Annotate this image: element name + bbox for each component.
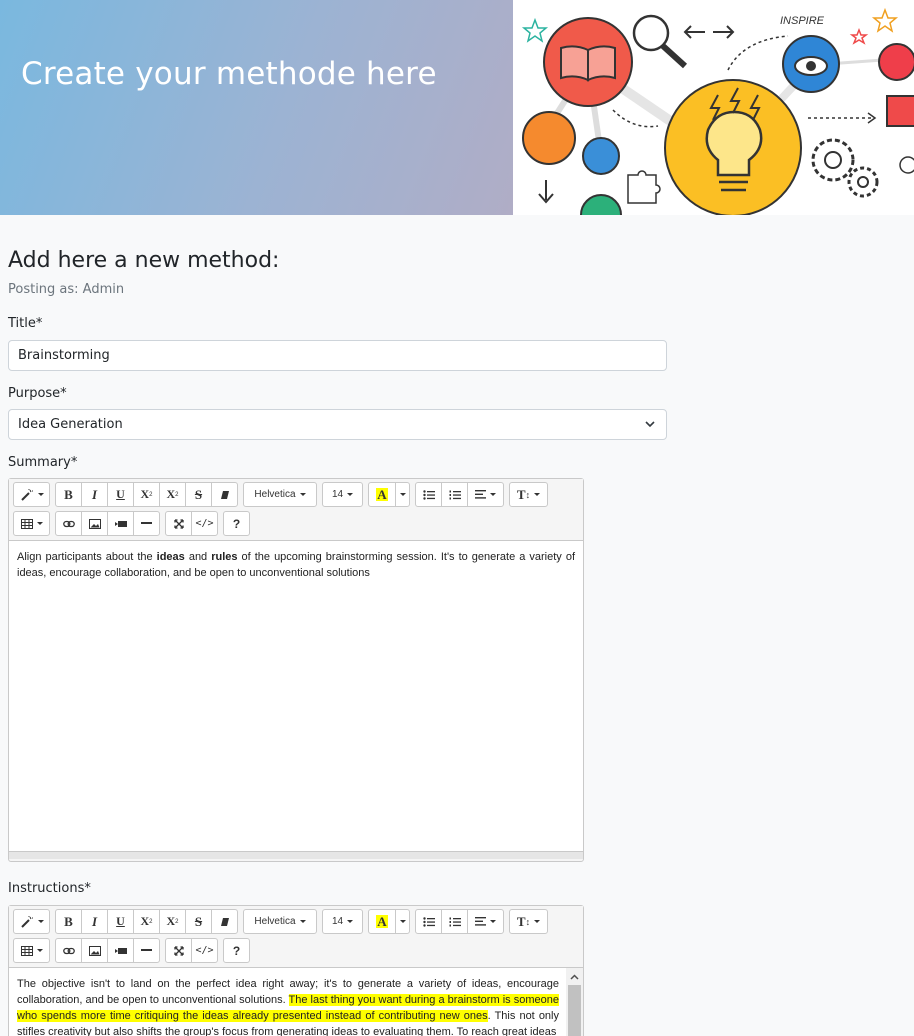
underline-button[interactable]: U (107, 909, 134, 934)
highlight-color-dropdown[interactable] (395, 482, 410, 507)
table-icon[interactable] (13, 938, 50, 963)
instructions-editor-content[interactable]: The objective isn't to land on the perfe… (9, 967, 583, 1036)
purpose-select-value: Idea Generation (18, 417, 123, 432)
font-size-dropdown[interactable]: 14 (322, 909, 363, 934)
align-icon[interactable] (467, 909, 504, 934)
strikethrough-button[interactable]: S (185, 482, 212, 507)
highlight-color-button[interactable]: A (368, 909, 396, 934)
ordered-list-icon[interactable] (441, 482, 468, 507)
font-family-dropdown[interactable]: Helvetica (243, 909, 317, 934)
title-input-value: Brainstorming (18, 348, 110, 363)
video-icon[interactable] (107, 938, 134, 963)
instructions-scrollbar[interactable] (566, 968, 583, 1036)
instructions-editor-toolbar: B I U X2 X2 S Helvetica 14 A T ↕ </> ? (9, 906, 583, 963)
table-icon[interactable] (13, 511, 50, 536)
chevron-down-icon (645, 421, 655, 428)
italic-button[interactable]: I (81, 909, 108, 934)
highlight-color-dropdown[interactable] (395, 909, 410, 934)
image-icon[interactable] (81, 511, 108, 536)
purpose-select[interactable]: Idea Generation (8, 409, 667, 440)
font-family-dropdown[interactable]: Helvetica (243, 482, 317, 507)
magic-wand-icon[interactable] (13, 482, 50, 507)
ordered-list-icon[interactable] (441, 909, 468, 934)
posting-as-text: Posting as: Admin (8, 282, 125, 297)
strikethrough-button[interactable]: S (185, 909, 212, 934)
form-heading: Add here a new method: (8, 248, 280, 273)
code-view-icon[interactable]: </> (191, 938, 218, 963)
link-icon[interactable] (55, 938, 82, 963)
subscript-button[interactable]: X2 (159, 482, 186, 507)
underline-button[interactable]: U (107, 482, 134, 507)
eraser-icon[interactable] (211, 909, 238, 934)
align-icon[interactable] (467, 482, 504, 507)
instructions-label: Instructions* (8, 881, 91, 896)
italic-button[interactable]: I (81, 482, 108, 507)
image-icon[interactable] (81, 938, 108, 963)
summary-editor-toolbar: B I U X2 X2 S Helvetica 14 A T ↕ </> ? (9, 479, 583, 536)
fullscreen-icon[interactable] (165, 511, 192, 536)
summary-editor-content[interactable]: Align participants about the ideas and r… (9, 540, 583, 851)
unordered-list-icon[interactable] (415, 482, 442, 507)
summary-editor-resize-bar[interactable] (9, 851, 583, 859)
purpose-label: Purpose* (8, 386, 67, 401)
hero-title-panel: Create your methode here (0, 0, 513, 215)
text-height-icon[interactable]: T ↕ (509, 909, 548, 934)
bold-button[interactable]: B (55, 909, 82, 934)
superscript-button[interactable]: X2 (133, 909, 160, 934)
help-button[interactable]: ? (223, 511, 250, 536)
highlight-color-button[interactable]: A (368, 482, 396, 507)
text-height-icon[interactable]: T ↕ (509, 482, 548, 507)
horizontal-rule-icon[interactable] (133, 938, 160, 963)
ideas-illustration: INSPIRE (521, 7, 914, 215)
scroll-up-icon[interactable] (566, 968, 583, 985)
title-label: Title* (8, 316, 43, 331)
unordered-list-icon[interactable] (415, 909, 442, 934)
fullscreen-icon[interactable] (165, 938, 192, 963)
help-button[interactable]: ? (223, 938, 250, 963)
video-icon[interactable] (107, 511, 134, 536)
superscript-button[interactable]: X2 (133, 482, 160, 507)
hero-illustration: INSPIRE (513, 0, 914, 215)
horizontal-rule-icon[interactable] (133, 511, 160, 536)
summary-editor: B I U X2 X2 S Helvetica 14 A T ↕ </> ? A… (8, 478, 584, 862)
link-icon[interactable] (55, 511, 82, 536)
summary-label: Summary* (8, 455, 78, 470)
font-size-dropdown[interactable]: 14 (322, 482, 363, 507)
subscript-button[interactable]: X2 (159, 909, 186, 934)
instructions-editor: B I U X2 X2 S Helvetica 14 A T ↕ </> ? T… (8, 905, 584, 1036)
inspire-text: INSPIRE (780, 15, 825, 27)
hero-banner: Create your methode here INSPIRE (0, 0, 914, 215)
hero-title: Create your methode here (21, 56, 437, 92)
bold-button[interactable]: B (55, 482, 82, 507)
code-view-icon[interactable]: </> (191, 511, 218, 536)
scrollbar-thumb[interactable] (568, 985, 581, 1036)
eraser-icon[interactable] (211, 482, 238, 507)
title-input[interactable]: Brainstorming (8, 340, 667, 371)
magic-wand-icon[interactable] (13, 909, 50, 934)
